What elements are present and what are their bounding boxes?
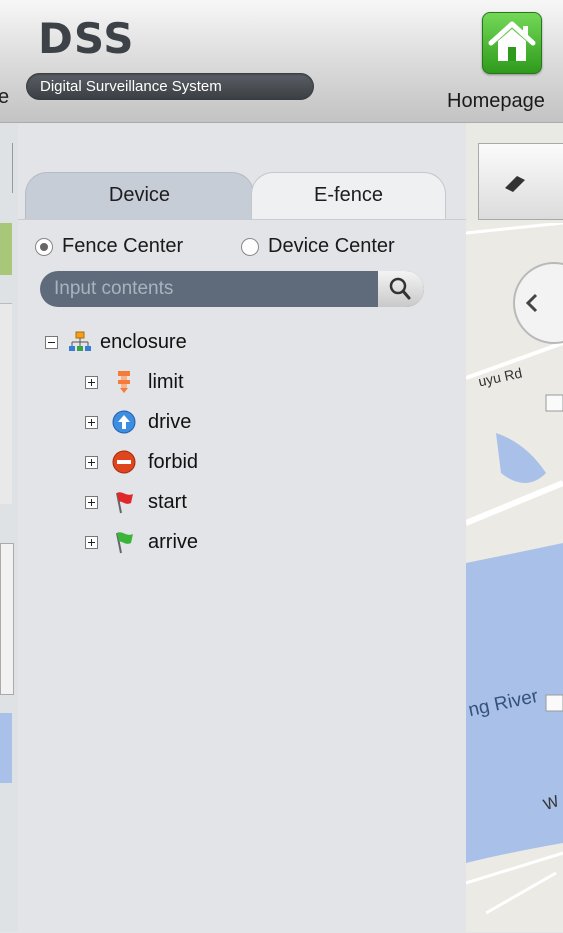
search-box — [40, 271, 424, 307]
tree-node-label[interactable]: drive — [148, 411, 191, 434]
search-input[interactable] — [54, 271, 364, 307]
app-header: DSS Digital Surveillance System e Homepa… — [0, 0, 563, 123]
expand-toggle-icon[interactable] — [85, 495, 98, 509]
forbid-icon — [112, 450, 136, 474]
drive-arrow-icon — [112, 410, 136, 434]
search-icon — [389, 277, 411, 300]
radio-fence-center-button[interactable] — [35, 237, 53, 256]
tree-node-drive[interactable]: drive — [85, 410, 191, 434]
collapse-toggle-icon[interactable] — [45, 335, 58, 349]
tab-device[interactable]: Device — [25, 172, 254, 220]
tree-node-label[interactable]: enclosure — [100, 331, 187, 354]
radio-fence-center-label[interactable]: Fence Center — [62, 235, 183, 258]
zoom-minus-button[interactable] — [545, 394, 563, 412]
app-logo-text: DSS — [38, 14, 135, 63]
map-canvas — [466, 223, 563, 932]
truncated-menu-text[interactable]: e — [0, 86, 9, 109]
expand-toggle-icon[interactable] — [85, 535, 98, 549]
tree-node-label[interactable]: start — [148, 491, 187, 514]
map-toolbar-button[interactable] — [478, 143, 563, 220]
tree-node-root[interactable]: enclosure — [45, 330, 187, 354]
red-flag-icon — [116, 492, 133, 514]
strip-fragment — [0, 143, 13, 193]
homepage-button[interactable] — [482, 12, 542, 74]
tree-node-label[interactable]: forbid — [148, 451, 198, 474]
search-button[interactable] — [378, 271, 424, 307]
collapsed-side-strip — [0, 123, 19, 932]
tree-node-limit[interactable]: limit — [85, 370, 184, 394]
radio-device-center-button[interactable] — [241, 237, 259, 256]
network-icon — [69, 331, 91, 351]
homepage-label[interactable]: Homepage — [447, 90, 545, 113]
map-view[interactable]: uyu Rd ng River W — [466, 123, 563, 932]
app-tagline: Digital Surveillance System — [26, 73, 314, 100]
radio-device-center[interactable]: Device Center — [241, 235, 395, 258]
tree-node-start[interactable]: start — [85, 490, 187, 514]
fence-panel: Device E-fence Fence Center Device Cente… — [18, 123, 466, 933]
eraser-icon — [505, 176, 525, 192]
tree-node-forbid[interactable]: forbid — [85, 450, 198, 474]
zoom-minus-button[interactable] — [545, 694, 563, 712]
green-flag-icon — [116, 532, 133, 554]
strip-water-fragment — [0, 713, 12, 783]
tree-node-arrive[interactable]: arrive — [85, 530, 198, 554]
house-icon — [488, 21, 536, 61]
expand-toggle-icon[interactable] — [85, 375, 98, 389]
radio-device-center-label[interactable]: Device Center — [268, 235, 395, 258]
expand-toggle-icon[interactable] — [85, 415, 98, 429]
tree-node-label[interactable]: limit — [148, 371, 184, 394]
expand-toggle-icon[interactable] — [85, 455, 98, 469]
limit-icon — [118, 371, 130, 393]
strip-fragment — [0, 303, 12, 504]
strip-map-fragment — [0, 223, 12, 275]
radio-fence-center[interactable]: Fence Center — [35, 235, 183, 258]
strip-fragment — [0, 543, 14, 695]
tab-e-fence[interactable]: E-fence — [251, 172, 446, 220]
e-fence-tab-content: Fence Center Device Center Input content… — [18, 219, 466, 933]
tree-node-label[interactable]: arrive — [148, 531, 198, 554]
